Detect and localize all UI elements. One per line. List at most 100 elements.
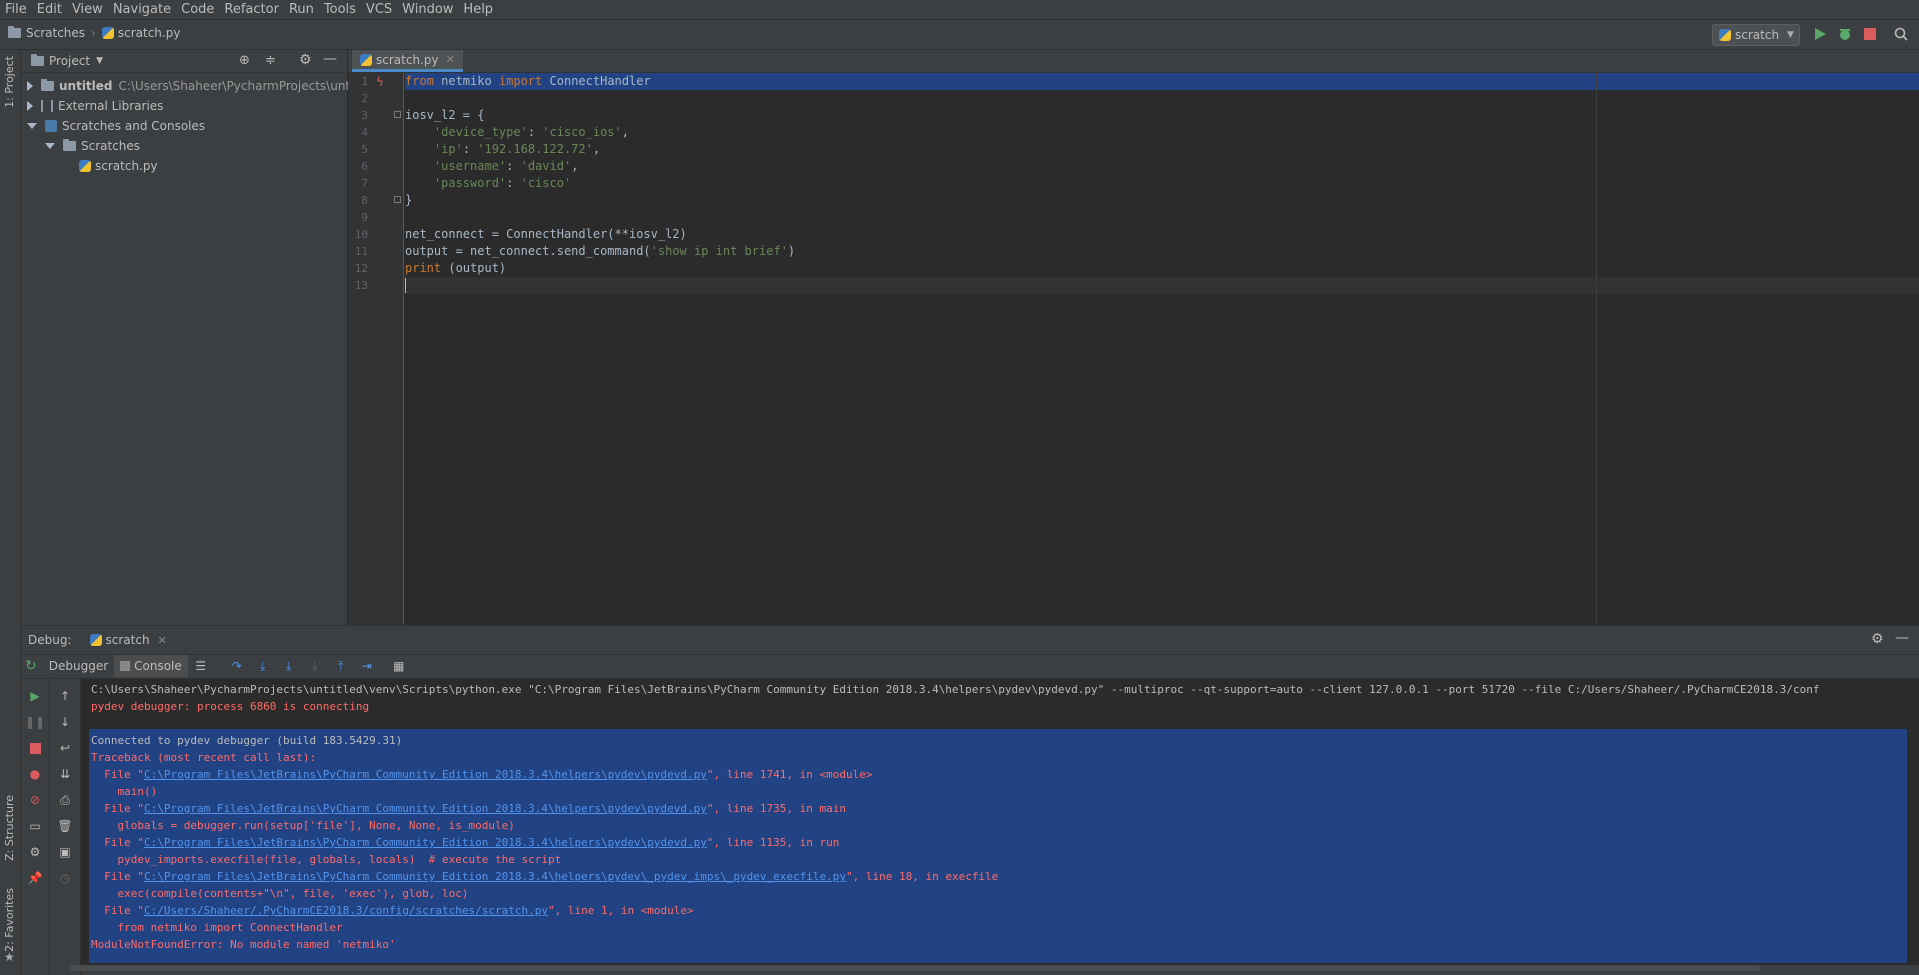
favorites-tool-tab[interactable]: 2: Favorites <box>3 888 16 952</box>
trace-prefix: File " <box>91 768 144 781</box>
punct: , <box>621 125 629 139</box>
right-margin-guide <box>1596 73 1597 625</box>
gear-icon[interactable]: ⚙ <box>299 52 312 68</box>
run-config-label: scratch <box>1735 28 1780 42</box>
force-step-into-icon[interactable]: ⤓ <box>308 659 322 673</box>
run-button[interactable] <box>1812 26 1828 42</box>
tab-console[interactable]: Console <box>114 655 188 677</box>
menu-refactor[interactable]: Refactor <box>219 0 284 19</box>
fold-icon[interactable] <box>394 196 401 203</box>
step-over-icon[interactable]: ↷ <box>230 659 244 673</box>
code-text: output = net_connect.send_command( <box>405 244 651 258</box>
trash-icon[interactable]: 🗑 <box>57 819 72 833</box>
view-breakpoints-icon[interactable]: ● <box>28 767 42 781</box>
search-icon <box>1894 27 1908 41</box>
scroll-to-end-icon[interactable]: ⇊ <box>58 767 72 781</box>
trace-suffix: ", line 18, in execfile <box>845 870 999 883</box>
evaluate-expression-icon[interactable]: ▦ <box>392 659 406 673</box>
debug-button[interactable] <box>1837 26 1853 42</box>
pin-icon[interactable]: 📌 <box>28 871 43 885</box>
debug-session-tab[interactable]: scratch <box>106 633 150 647</box>
code-line-6: 'username': 'david', <box>405 158 1919 175</box>
file-link[interactable]: C:\Program Files\JetBrains\PyCharm Commu… <box>144 836 707 849</box>
history-icon[interactable]: ◷ <box>58 871 72 885</box>
menu-edit[interactable]: Edit <box>32 0 67 19</box>
console-icon <box>120 661 131 671</box>
down-arrow-icon[interactable]: ↓ <box>58 715 72 729</box>
tab-scratch-py[interactable]: scratch.py ✕ <box>352 50 463 72</box>
tree-item-scratches[interactable]: Scratches <box>45 136 140 156</box>
bug-icon <box>1840 29 1850 40</box>
menu-run[interactable]: Run <box>284 0 319 19</box>
console-horizontal-scrollbar[interactable] <box>70 965 1760 971</box>
stop-button[interactable] <box>1862 26 1878 42</box>
settings-icon[interactable]: ⚙ <box>28 845 42 859</box>
string: 'david' <box>520 159 572 173</box>
menu-window[interactable]: Window <box>397 0 458 19</box>
code-editor[interactable]: from netmiko import ConnectHandler iosv_… <box>405 73 1919 625</box>
file-link[interactable]: C:/Users/Shaheer/.PyCharmCE2018.3/config… <box>144 904 548 917</box>
collapse-all-icon[interactable]: ≑ <box>265 53 276 68</box>
line-number: 1 <box>361 75 368 88</box>
file-link[interactable]: C:\Program Files\JetBrains\PyCharm Commu… <box>144 768 707 781</box>
tree-item-untitled[interactable]: untitled C:\Users\Shaheer\PycharmProject… <box>27 76 377 96</box>
debug-label: Debug: <box>28 633 72 647</box>
trace-suffix: ", line 1741, in <module> <box>706 768 873 781</box>
resume-icon[interactable]: ▶ <box>28 689 42 703</box>
project-view-select[interactable]: Project <box>49 54 90 68</box>
project-tool-tab[interactable]: 1: Project <box>3 56 16 108</box>
menu-tools[interactable]: Tools <box>319 0 361 19</box>
stop-icon <box>1864 28 1876 40</box>
line-number: 6 <box>361 160 368 173</box>
rerun-icon[interactable]: ↻ <box>25 658 37 674</box>
scratches-icon <box>45 120 57 132</box>
close-icon[interactable]: ✕ <box>158 634 167 647</box>
breadcrumb-scratches[interactable]: Scratches <box>26 26 85 40</box>
menu-code[interactable]: Code <box>176 0 219 19</box>
close-icon[interactable]: ✕ <box>446 53 455 66</box>
menu-view[interactable]: View <box>67 0 108 19</box>
line-number: 12 <box>354 262 368 275</box>
hamburger-icon[interactable]: ☰ <box>194 659 208 673</box>
minimize-icon[interactable]: — <box>323 51 337 67</box>
tab-debugger[interactable]: Debugger <box>43 655 114 677</box>
soft-wrap-icon[interactable]: ↩ <box>58 741 72 755</box>
menu-help[interactable]: Help <box>458 0 498 19</box>
tree-item-scratches-and-consoles[interactable]: Scratches and Consoles <box>27 116 205 136</box>
folder-icon <box>63 139 76 151</box>
run-configuration-select[interactable]: scratch ▼ <box>1712 24 1800 46</box>
file-link[interactable]: C:\Program Files\JetBrains\PyCharm Commu… <box>144 802 707 815</box>
menu-navigate[interactable]: Navigate <box>108 0 176 19</box>
fold-icon[interactable] <box>394 111 401 118</box>
code-line-12: print (output) <box>405 260 1919 277</box>
project-panel: Project ▼ ⊕ ≑ ⚙ — untitled C:\Users\Shah… <box>21 50 377 625</box>
step-out-icon[interactable]: ⤒ <box>334 659 348 673</box>
tree-item-scratch-file[interactable]: scratch.py <box>79 156 158 176</box>
step-into-icon[interactable]: ⤓ <box>256 659 270 673</box>
pause-icon[interactable]: ❚❚ <box>25 715 45 729</box>
file-link[interactable]: C:\Program Files\JetBrains\PyCharm Commu… <box>144 870 846 883</box>
print-icon[interactable]: ⎙ <box>58 793 72 807</box>
structure-tool-tab[interactable]: Z: Structure <box>3 795 16 861</box>
trace-prefix: File " <box>91 802 144 815</box>
editor-area: scratch.py ✕ 1 2 3 4 5 6 7 8 9 10 11 12 … <box>348 50 1919 625</box>
tree-item-external-libraries[interactable]: External Libraries <box>27 96 163 116</box>
layout-icon[interactable]: ▭ <box>28 819 42 833</box>
identifier: ConnectHandler <box>542 74 651 88</box>
mute-breakpoints-icon[interactable]: ⊘ <box>28 793 42 807</box>
locate-icon[interactable]: ⊕ <box>239 53 250 68</box>
menu-file[interactable]: File <box>0 0 32 19</box>
menu-bar: File Edit View Navigate Code Refactor Run Tools… <box>0 0 1919 20</box>
run-to-cursor-icon[interactable]: ⇥ <box>360 659 374 673</box>
console-icon[interactable]: ▣ <box>58 845 72 859</box>
lightning-icon[interactable]: ϟ <box>376 75 384 89</box>
menu-vcs[interactable]: VCS <box>361 0 397 19</box>
search-everywhere-button[interactable] <box>1893 26 1909 42</box>
stop-button[interactable] <box>28 741 42 755</box>
up-arrow-icon[interactable]: ↑ <box>58 689 72 703</box>
breadcrumb-scratch-file[interactable]: scratch.py <box>118 26 181 40</box>
minimize-icon[interactable]: — <box>1895 630 1909 646</box>
console-output[interactable]: C:\Users\Shaheer\PycharmProjects\untitle… <box>81 679 1919 965</box>
gear-icon[interactable]: ⚙ <box>1871 631 1884 647</box>
step-into-my-code-icon[interactable]: ⤓ <box>282 659 296 673</box>
